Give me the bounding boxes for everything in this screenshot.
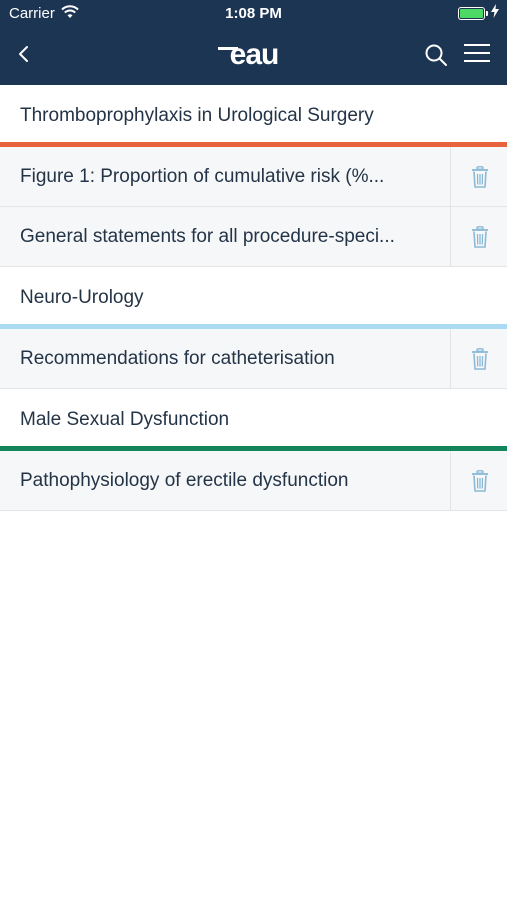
eau-logo: eau	[218, 38, 279, 71]
back-button[interactable]	[12, 38, 40, 70]
status-bar: Carrier 1:08 PM	[0, 0, 507, 28]
section-header-male-sexual-dysfunction: Male Sexual Dysfunction	[0, 389, 507, 451]
section-header-thromboprophylaxis: Thromboprophylaxis in Urological Surgery	[0, 85, 507, 147]
delete-button[interactable]	[450, 207, 507, 266]
trash-icon	[472, 166, 488, 188]
navigation-bar: Carrier 1:08 PM eau	[0, 0, 507, 85]
list-item-label: Figure 1: Proportion of cumulative risk …	[20, 165, 385, 187]
search-icon	[425, 44, 447, 66]
list-item[interactable]: Pathophysiology of erectile dysfunction	[0, 451, 507, 511]
list-item-label: Pathophysiology of erectile dysfunction	[20, 469, 349, 491]
back-chevron-icon	[19, 46, 28, 62]
trash-icon	[472, 470, 488, 492]
list-item-label: Recommendations for catheterisation	[20, 347, 335, 369]
section-title: Thromboprophylaxis in Urological Surgery	[20, 105, 374, 126]
list-item[interactable]: Figure 1: Proportion of cumulative risk …	[0, 147, 507, 207]
hamburger-menu-icon	[464, 44, 490, 62]
svg-text:eau: eau	[230, 38, 279, 71]
delete-button[interactable]	[450, 147, 507, 206]
delete-button[interactable]	[450, 329, 507, 388]
menu-button[interactable]	[462, 42, 492, 66]
delete-button[interactable]	[450, 451, 507, 510]
search-button[interactable]	[422, 40, 450, 70]
charging-icon	[491, 4, 499, 18]
battery-icon	[458, 7, 488, 20]
list-item-label: General statements for all procedure-spe…	[20, 225, 395, 247]
bookmark-list: Thromboprophylaxis in Urological Surgery…	[0, 85, 507, 511]
section-title: Male Sexual Dysfunction	[20, 409, 230, 430]
trash-icon	[472, 348, 488, 370]
clock: 1:08 PM	[225, 5, 282, 22]
trash-icon	[472, 226, 488, 248]
list-item[interactable]: General statements for all procedure-spe…	[0, 207, 507, 267]
section-title: Neuro-Urology	[20, 287, 144, 308]
section-header-neuro-urology: Neuro-Urology	[0, 267, 507, 329]
list-item[interactable]: Recommendations for catheterisation	[0, 329, 507, 389]
